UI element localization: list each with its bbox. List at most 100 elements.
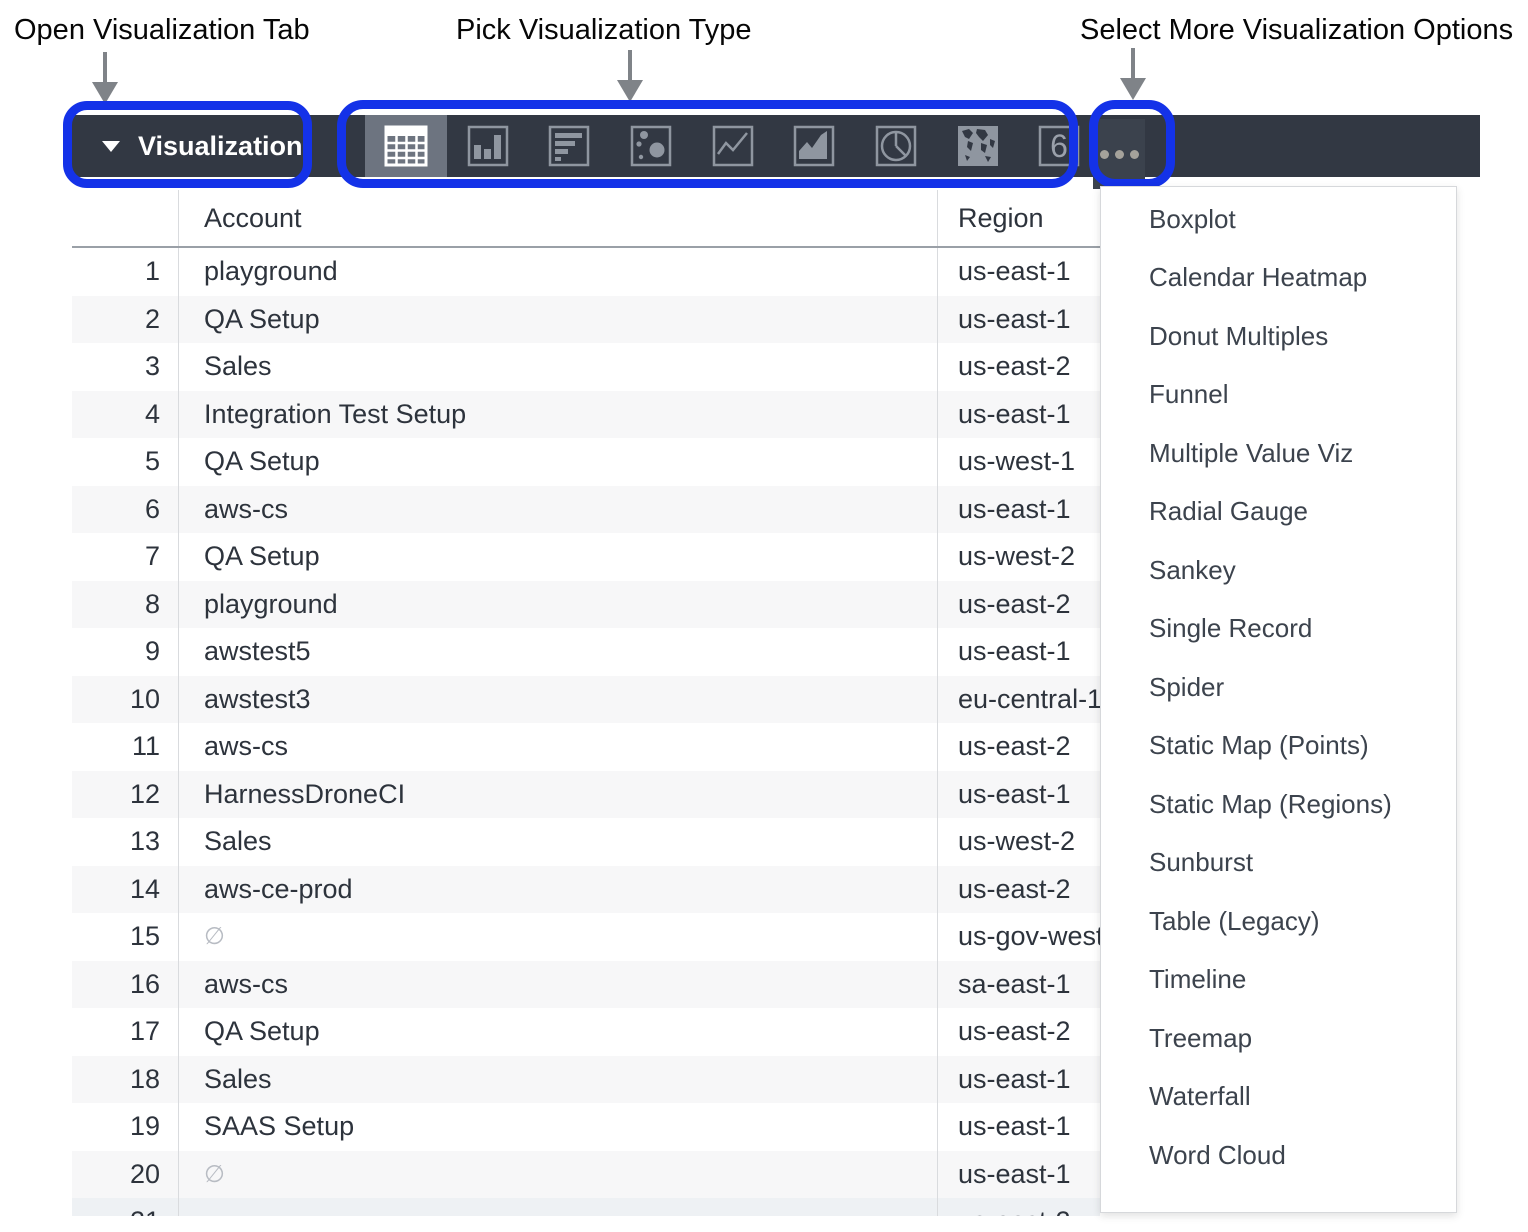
menu-item-waterfall[interactable]: Waterfall [1101, 1068, 1456, 1127]
menu-item-donut-multiples[interactable]: Donut Multiples [1101, 307, 1456, 366]
line-chart-icon [710, 123, 756, 169]
table-icon [383, 123, 429, 169]
table-row: 20∅us-east-1 [72, 1151, 1100, 1199]
row-number-cell: 15 [72, 913, 178, 961]
menu-item-radial-gauge[interactable]: Radial Gauge [1101, 483, 1456, 542]
region-cell: us-east-2 [937, 1008, 1100, 1056]
row-number-cell: 7 [72, 533, 178, 581]
account-cell: aws-cs [178, 486, 937, 534]
annotation-arrow-icon [1120, 48, 1146, 100]
menu-item-sunburst[interactable]: Sunburst [1101, 834, 1456, 893]
row-number-cell: 12 [72, 771, 178, 819]
table-row: 4Integration Test Setupus-east-1 [72, 391, 1100, 439]
column-header-account[interactable]: Account [178, 190, 937, 246]
row-number-cell: 20 [72, 1151, 178, 1199]
account-cell: Sales [178, 818, 937, 866]
table-row: 7QA Setupus-west-2 [72, 533, 1100, 581]
annotation-open-visualization-tab: Open Visualization Tab [14, 14, 310, 47]
menu-item-word-cloud[interactable]: Word Cloud [1101, 1126, 1456, 1185]
menu-item-boxplot[interactable]: Boxplot [1101, 190, 1456, 249]
region-cell: us-west-2 [937, 533, 1100, 581]
viz-type-scatter-plot[interactable] [610, 115, 692, 177]
table-row: 3Salesus-east-2 [72, 343, 1100, 391]
table-row: 13Salesus-west-2 [72, 818, 1100, 866]
account-cell: QA Setup [178, 438, 937, 486]
annotation-arrow-icon [617, 50, 643, 102]
row-number-header [72, 190, 178, 246]
account-cell: Sales [178, 343, 937, 391]
region-cell: us-east-2 [937, 1198, 1100, 1216]
account-cell: aws-ce-prod [178, 866, 937, 914]
row-number-cell: 10 [72, 676, 178, 724]
scatter-plot-icon [628, 123, 674, 169]
region-cell: us-east-1 [937, 248, 1100, 296]
row-number-cell: 14 [72, 866, 178, 914]
ellipsis-icon [1115, 150, 1124, 159]
menu-item-spider[interactable]: Spider [1101, 658, 1456, 717]
account-cell: aws-cs [178, 723, 937, 771]
menu-item-multiple-value-viz[interactable]: Multiple Value Viz [1101, 424, 1456, 483]
menu-item-treemap[interactable]: Treemap [1101, 1009, 1456, 1068]
annotation-arrow-icon [92, 52, 118, 104]
row-number-cell: 21 [72, 1198, 178, 1216]
region-cell: us-west-1 [937, 438, 1100, 486]
account-cell [178, 1198, 937, 1216]
world-map-icon [955, 123, 1001, 169]
viz-type-horizontal-bar-chart[interactable] [528, 115, 610, 177]
menu-item-table-legacy[interactable]: Table (Legacy) [1101, 892, 1456, 951]
menu-item-single-record[interactable]: Single Record [1101, 600, 1456, 659]
row-number-cell: 6 [72, 486, 178, 534]
account-cell: QA Setup [178, 1008, 937, 1056]
row-number-cell: 13 [72, 818, 178, 866]
column-header-region[interactable]: Region [937, 190, 1100, 246]
region-cell: us-west-2 [937, 818, 1100, 866]
table-row: 18Salesus-east-1 [72, 1056, 1100, 1104]
annotation-pick-visualization-type: Pick Visualization Type [456, 14, 752, 47]
visualization-toolbar: Visualization [72, 115, 1480, 177]
region-cell: us-east-1 [937, 1056, 1100, 1104]
menu-item-sankey[interactable]: Sankey [1101, 541, 1456, 600]
viz-type-area-chart[interactable] [773, 115, 855, 177]
account-cell: SAAS Setup [178, 1103, 937, 1151]
horizontal-bar-chart-icon [546, 123, 592, 169]
chevron-down-icon [102, 141, 120, 152]
menu-item-static-map-points[interactable]: Static Map (Points) [1101, 717, 1456, 776]
account-cell: awstest3 [178, 676, 937, 724]
viz-type-line-chart[interactable] [692, 115, 774, 177]
account-cell: Sales [178, 1056, 937, 1104]
table-row: 14aws-ce-produs-east-2 [72, 866, 1100, 914]
visualization-tab-label: Visualization [138, 131, 303, 162]
more-visualization-options-button[interactable] [1093, 119, 1145, 189]
viz-type-strip: 6 [365, 115, 1100, 177]
row-number-cell: 2 [72, 296, 178, 344]
visualization-options-menu: BoxplotCalendar HeatmapDonut MultiplesFu… [1100, 186, 1457, 1213]
menu-item-static-map-regions[interactable]: Static Map (Regions) [1101, 775, 1456, 834]
table-row: 16aws-cssa-east-1 [72, 961, 1100, 1009]
visualization-tab[interactable]: Visualization [72, 115, 302, 177]
menu-item-timeline[interactable]: Timeline [1101, 951, 1456, 1010]
viz-type-map[interactable] [937, 115, 1019, 177]
row-number-cell: 11 [72, 723, 178, 771]
ellipsis-icon [1100, 150, 1109, 159]
results-table: Account Region 1playgroundus-east-12QA S… [72, 190, 1100, 1216]
area-chart-icon [791, 123, 837, 169]
row-number-cell: 4 [72, 391, 178, 439]
account-cell: QA Setup [178, 296, 937, 344]
menu-item-funnel[interactable]: Funnel [1101, 366, 1456, 425]
menu-item-calendar-heatmap[interactable]: Calendar Heatmap [1101, 249, 1456, 308]
table-row: 15∅us-gov-west-1 [72, 913, 1100, 961]
account-cell: playground [178, 248, 937, 296]
account-cell: aws-cs [178, 961, 937, 1009]
viz-type-table[interactable] [365, 115, 447, 177]
table-row: 2QA Setupus-east-1 [72, 296, 1100, 344]
region-cell: us-east-2 [937, 581, 1100, 629]
viz-type-pie-chart[interactable] [855, 115, 937, 177]
table-row: 6aws-csus-east-1 [72, 486, 1100, 534]
table-row: 21 us-east-2 [72, 1198, 1100, 1216]
row-number-cell: 16 [72, 961, 178, 1009]
viz-type-single-value[interactable]: 6 [1019, 115, 1101, 177]
viz-type-bar-chart[interactable] [447, 115, 529, 177]
region-cell: eu-central-1 [937, 676, 1100, 724]
table-row: 9awstest5us-east-1 [72, 628, 1100, 676]
table-row: 10awstest3eu-central-1 [72, 676, 1100, 724]
